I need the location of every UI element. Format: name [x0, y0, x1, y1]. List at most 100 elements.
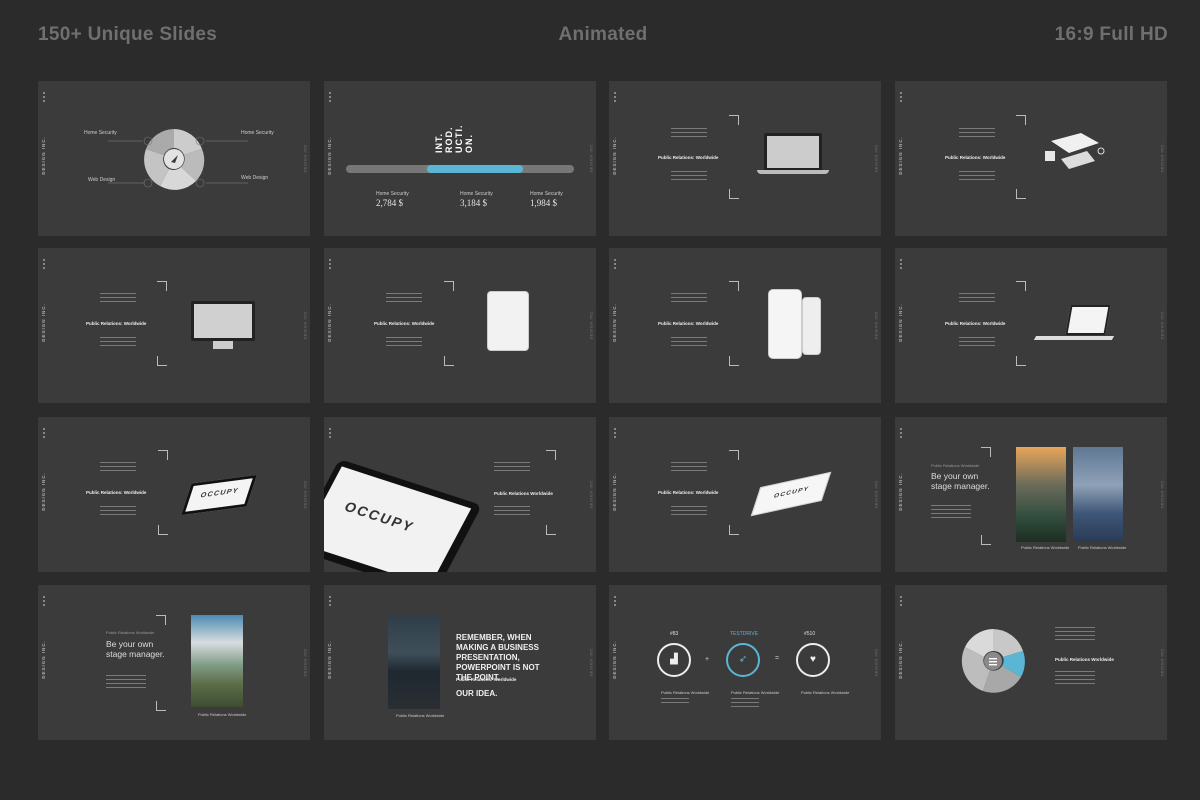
brand-vertical: DESIGN INC.: [326, 303, 332, 342]
label-web-design-right: Web Design: [241, 175, 269, 181]
heart-icon: ♥: [810, 654, 816, 665]
text-block: [386, 337, 422, 349]
slide-12[interactable]: DESIGN INC. DESIGN INC. Public Relations…: [895, 417, 1167, 572]
menu-dots-icon: [43, 92, 45, 104]
equals-sign: =: [775, 655, 780, 662]
phone-device-small: [802, 297, 821, 355]
step-caption-1: Public Relations Worldwide: [661, 690, 710, 695]
slide-10[interactable]: DESIGN INC. OCCUPY Public Relations Worl…: [324, 417, 596, 572]
brand-vertical-right: DESIGN INC.: [588, 478, 594, 509]
text-block: [106, 675, 146, 691]
slide-13[interactable]: DESIGN INC. DESIGN INC. Public Relations…: [38, 585, 310, 740]
laptop-screen-angled: [1065, 305, 1111, 335]
brand-vertical: DESIGN INC.: [897, 303, 903, 342]
brand-vertical: DESIGN INC.: [611, 472, 617, 511]
step-caption-3: Public Relations Worldwide: [801, 690, 850, 695]
text-block: [959, 337, 995, 349]
corner-mark: [981, 447, 991, 457]
devices-icon: [1045, 133, 1105, 169]
corner-mark: [546, 450, 556, 460]
segmented-ring-chart: [961, 629, 1025, 693]
text-block: [671, 128, 707, 140]
stat-label-1: Home Security: [376, 191, 409, 197]
slide-15[interactable]: DESIGN INC. DESIGN INC. #83 TESTDRIVE #5…: [609, 585, 881, 740]
occupy-logo: OCCUPY: [199, 487, 240, 500]
text-block: [671, 506, 707, 518]
corner-mark: [157, 281, 167, 291]
slide-4[interactable]: DESIGN INC. DESIGN INC. Public Relations…: [895, 81, 1167, 236]
menu-dots-icon: [329, 596, 331, 608]
slide-8[interactable]: DESIGN INC. DESIGN INC. Public Relations…: [895, 248, 1167, 403]
remember-sub: Public Relations: Worldwide: [456, 677, 517, 682]
pr-label: Public Relations Worldwide: [1055, 657, 1114, 662]
slide-5[interactable]: DESIGN INC. DESIGN INC. Public Relations…: [38, 248, 310, 403]
corner-mark: [729, 189, 739, 199]
corner-mark: [546, 525, 556, 535]
header: 150+ Unique Slides Animated 16:9 Full HD: [38, 24, 1168, 52]
photo-mountains-blue: [1073, 447, 1123, 542]
slide-3[interactable]: DESIGN INC. DESIGN INC. Public Relations…: [609, 81, 881, 236]
label-web-design-left: Web Design: [88, 177, 116, 183]
brand-vertical-right: DESIGN INC.: [1159, 142, 1165, 173]
text-block: [661, 698, 689, 706]
slide-9[interactable]: DESIGN INC. DESIGN INC. Public Relations…: [38, 417, 310, 572]
menu-dots-icon: [900, 92, 902, 104]
brand-vertical: DESIGN INC.: [897, 472, 903, 511]
slide-14[interactable]: DESIGN INC. DESIGN INC. Public Relations…: [324, 585, 596, 740]
stage-kicker: Public Relations Worldwide: [106, 630, 155, 635]
intro-title: INT. ROD. UCTI. ON.: [434, 125, 474, 154]
brand-vertical-right: DESIGN INC.: [302, 646, 308, 677]
brand-vertical-right: DESIGN INC.: [588, 142, 594, 173]
imac-screen: [191, 301, 255, 341]
text-block: [1055, 671, 1095, 687]
brand-vertical: DESIGN INC.: [40, 136, 46, 175]
slide-11[interactable]: DESIGN INC. DESIGN INC. Public Relations…: [609, 417, 881, 572]
slide-grid: DESIGN INC. DESIGN INC. Home Security Ho…: [38, 81, 1168, 741]
slide-7[interactable]: DESIGN INC. DESIGN INC. Public Relations…: [609, 248, 881, 403]
brand-vertical: DESIGN INC.: [897, 640, 903, 679]
brand-vertical-right: DESIGN INC.: [302, 478, 308, 509]
corner-mark: [1016, 356, 1026, 366]
menu-dots-icon: [43, 259, 45, 271]
tablet-angled: OCCUPY: [181, 474, 257, 516]
text-block: [731, 698, 759, 710]
photo-caption-2: Public Relations Worldwide: [1078, 545, 1127, 550]
brand-vertical-right: DESIGN INC.: [302, 142, 308, 173]
menu-dots-icon: [329, 259, 331, 271]
menu-dots-icon: [614, 259, 616, 271]
slide-16[interactable]: DESIGN INC. DESIGN INC. Public Relations…: [895, 585, 1167, 740]
header-animated: Animated: [558, 24, 648, 45]
slide-6[interactable]: DESIGN INC. DESIGN INC. Public Relations…: [324, 248, 596, 403]
photo-caption-1: Public Relations Worldwide: [1021, 545, 1070, 550]
step-caption-2: Public Relations Worldwide: [731, 690, 780, 695]
stat-value-1: 2,784 $: [376, 198, 403, 208]
pr-label: Public Relations: Worldwide: [86, 490, 147, 495]
phone-device-large: [768, 289, 802, 359]
corner-mark: [981, 535, 991, 545]
corner-mark: [157, 356, 167, 366]
brand-vertical: DESIGN INC.: [40, 303, 46, 342]
brand-vertical-right: DESIGN INC.: [588, 646, 594, 677]
slide-2[interactable]: DESIGN INC. DESIGN INC. INT. ROD. UCTI. …: [324, 81, 596, 236]
corner-mark: [158, 525, 168, 535]
pr-label: Public Relations: Worldwide: [658, 321, 719, 326]
corner-mark: [729, 115, 739, 125]
laptop-screen: [764, 133, 822, 171]
brand-vertical: DESIGN INC.: [40, 472, 46, 511]
slide-1[interactable]: DESIGN INC. DESIGN INC. Home Security Ho…: [38, 81, 310, 236]
menu-dots-icon: [614, 428, 616, 440]
rocket-icon: ➶: [738, 654, 748, 665]
header-resolution: 16:9 Full HD: [1054, 24, 1168, 45]
corner-mark: [444, 281, 454, 291]
laptop-base: [757, 170, 829, 174]
stat-label-2: Home Security: [460, 191, 493, 197]
step-number-right: #510: [804, 631, 816, 637]
text-block: [100, 506, 136, 518]
corner-mark: [156, 701, 166, 711]
photo-mountain-sky: [191, 615, 243, 707]
corner-mark: [1016, 281, 1026, 291]
menu-dots-icon: [900, 259, 902, 271]
intro-line-1: INT.: [434, 132, 444, 153]
corner-mark: [444, 356, 454, 366]
text-block: [386, 293, 422, 305]
